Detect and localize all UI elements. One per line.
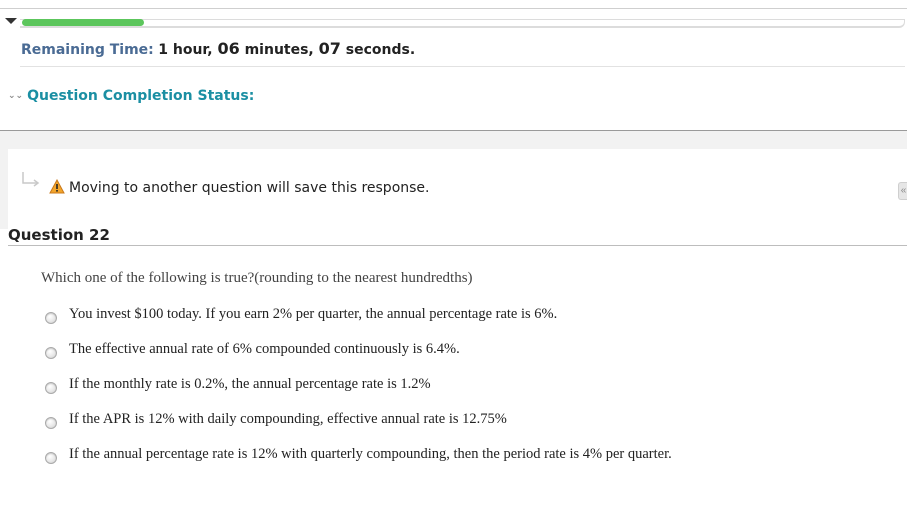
chevron-down-icon: ⌄⌄ [8,91,24,101]
timer-divider [20,66,905,67]
answer-option-2[interactable]: The effective annual rate of 6% compound… [45,341,905,361]
seconds-value: 07 [318,39,341,58]
answer-option-3[interactable]: If the monthly rate is 0.2%, the annual … [45,376,905,396]
collapse-triangle-icon[interactable] [5,18,17,24]
question-completion-status[interactable]: ⌄⌄ Question Completion Status: [8,88,254,104]
answer-option-5[interactable]: If the annual percentage rate is 12% wit… [45,446,905,466]
seconds-unit: seconds. [340,42,416,58]
option-label: You invest $100 today. If you earn 2% pe… [69,306,558,322]
radio-button[interactable] [45,382,57,394]
answer-option-4[interactable]: If the APR is 12% with daily compounding… [45,411,905,431]
remaining-time: Remaining Time: 1 hour, 06 minutes, 07 s… [21,39,415,58]
save-notice-text: Moving to another question will save thi… [69,180,430,196]
minutes-value: 06 [217,39,240,58]
completion-status-label: Question Completion Status: [27,88,255,104]
top-divider [0,8,907,9]
question-divider [8,245,907,246]
arrow-return-icon [22,172,40,187]
radio-button[interactable] [45,347,57,359]
side-panel-collapse-button[interactable]: « [898,182,907,200]
content-left-band [0,149,8,229]
radio-button[interactable] [45,417,57,429]
radio-button[interactable] [45,312,57,324]
answer-option-1[interactable]: You invest $100 today. If you earn 2% pe… [45,306,905,326]
question-prompt: Which one of the following is true?(roun… [41,270,473,286]
option-label: If the annual percentage rate is 12% wit… [69,446,672,462]
minutes-unit: minutes, [239,42,319,58]
option-label: If the APR is 12% with daily compounding… [69,411,507,427]
double-chevron-left-icon: « [900,185,907,196]
question-title: Question 22 [8,226,110,244]
option-label: If the monthly rate is 0.2%, the annual … [69,376,431,392]
radio-button[interactable] [45,452,57,464]
warning-triangle-icon [49,179,65,194]
option-label: The effective annual rate of 6% compound… [69,341,460,357]
progress-bar-fill [22,19,144,26]
content-top-band [0,131,907,149]
progress-track [20,19,905,28]
remaining-time-label: Remaining Time: [21,42,154,58]
hours-value: 1 [158,42,168,58]
hours-unit: hour, [167,42,218,58]
